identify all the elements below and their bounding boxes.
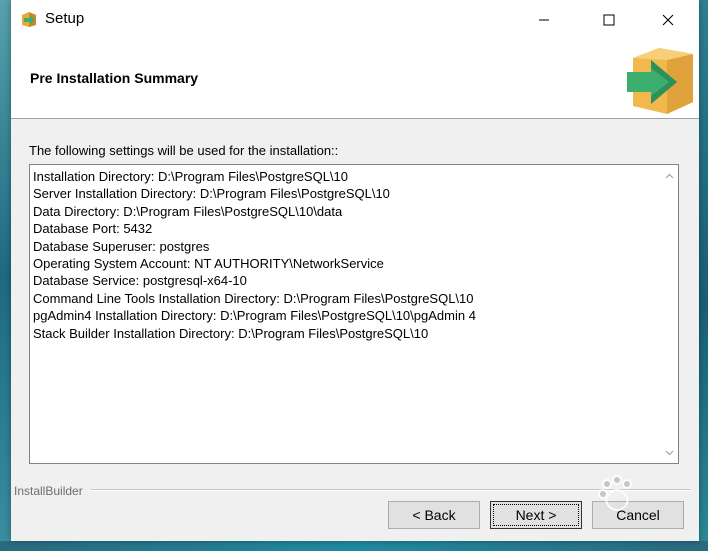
minimize-icon — [539, 19, 549, 20]
window-title: Setup — [45, 10, 85, 27]
desktop-background-left — [0, 0, 11, 551]
summary-line: Stack Builder Installation Directory: D:… — [33, 325, 429, 341]
summary-line: Database Port: 5432 — [33, 221, 153, 237]
scroll-down-button[interactable] — [661, 444, 678, 461]
maximize-icon — [603, 14, 615, 25]
summary-line: Server Installation Directory: D:\Progra… — [33, 186, 390, 202]
summary-line: Data Directory: D:\Program Files\Postgre… — [33, 203, 343, 219]
summary-line: Operating System Account: NT AUTHORITY\N… — [33, 256, 384, 272]
summary-line: pgAdmin4 Installation Directory: D:\Prog… — [33, 308, 476, 324]
back-button[interactable]: < Back — [388, 501, 480, 529]
summary-line: Database Superuser: postgres — [33, 238, 210, 254]
installer-box-icon — [22, 12, 36, 27]
scroll-up-button[interactable] — [661, 167, 678, 184]
installer-arrow-box-icon — [627, 48, 693, 114]
footer-divider — [91, 489, 691, 491]
maximize-button[interactable] — [586, 0, 632, 39]
next-button[interactable]: Next > — [490, 501, 582, 529]
summary-intro-text: The following settings will be used for … — [29, 143, 339, 158]
chevron-down-icon — [665, 450, 674, 455]
installbuilder-brand-label: InstallBuilder — [14, 484, 83, 498]
wizard-header: Pre Installation Summary — [11, 39, 699, 119]
summary-line: Installation Directory: D:\Program Files… — [33, 169, 349, 184]
setup-window: Setup Pre Installation Summary The follo… — [11, 0, 699, 541]
summary-line: Database Service: postgresql-x64-10 — [33, 273, 247, 289]
cancel-button[interactable]: Cancel — [592, 501, 684, 529]
desktop-background-right — [699, 0, 708, 551]
close-button[interactable] — [645, 0, 691, 39]
close-icon — [662, 14, 674, 25]
chevron-up-icon — [665, 173, 674, 178]
title-bar[interactable]: Setup — [11, 0, 699, 39]
summary-lines: Installation Directory: D:\Program Files… — [33, 168, 653, 342]
desktop-background-bottom — [0, 541, 708, 551]
summary-textarea[interactable]: Installation Directory: D:\Program Files… — [29, 164, 679, 464]
summary-line: Command Line Tools Installation Director… — [33, 290, 474, 306]
page-title: Pre Installation Summary — [30, 70, 199, 86]
vertical-scrollbar[interactable] — [661, 165, 678, 463]
minimize-button[interactable] — [521, 0, 567, 39]
